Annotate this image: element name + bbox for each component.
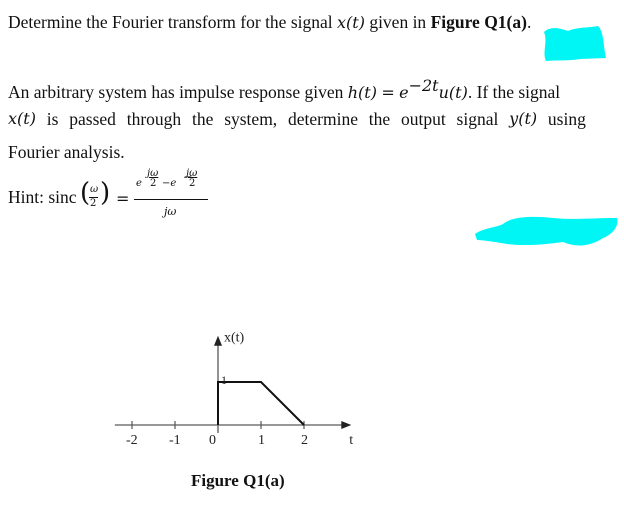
signal-plot: -2 -1 0 1 2 1 x(t) t: [114, 331, 353, 448]
x-axis-label: t: [349, 433, 353, 448]
signal-line: [217, 381, 305, 426]
x-tick-label: 0: [209, 433, 216, 448]
x-tick-label: 1: [258, 433, 265, 448]
figure-caption: Figure Q1(a): [191, 471, 285, 490]
y-axis-label: x(t): [224, 331, 245, 346]
x-axis-arrow-icon: [341, 421, 352, 429]
x-tick-label: -2: [126, 433, 138, 448]
y-tick-label: 1: [221, 373, 227, 387]
x-tick-label: 2: [301, 433, 308, 448]
x-tick-label: -1: [169, 433, 181, 448]
y-axis-arrow-icon: [214, 335, 222, 346]
